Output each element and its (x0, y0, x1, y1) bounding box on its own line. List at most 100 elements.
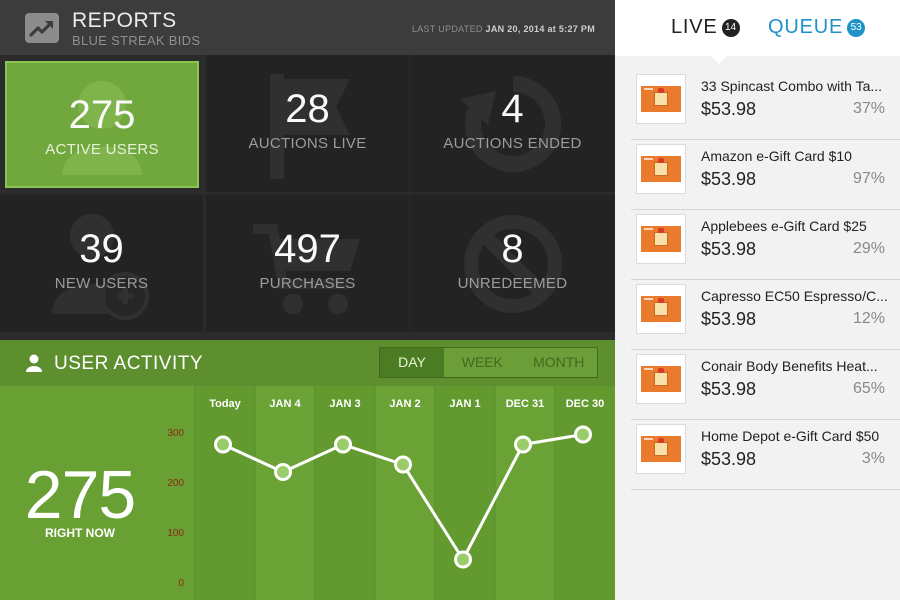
item-name: Amazon e-Gift Card $10 (701, 148, 852, 164)
list-item[interactable]: Home Depot e-Gift Card $50 $53.98 3% (631, 420, 900, 490)
tile-label: PURCHASES (259, 275, 356, 292)
last-updated: LAST UPDATED JAN 20, 2014 at 5:27 PM (412, 24, 595, 34)
data-point (274, 463, 292, 481)
tile-auctions-ended[interactable]: 4 AUCTIONS ENDED (410, 55, 615, 192)
gift-card-icon (641, 296, 681, 322)
tile-value: 39 (79, 227, 124, 271)
period-day-button[interactable]: DAY (380, 348, 444, 377)
trending-up-icon (25, 13, 59, 43)
x-tick-label: Today (209, 398, 241, 410)
chart-column (255, 386, 315, 600)
right-now-value: 275 (24, 457, 136, 533)
period-month-button[interactable]: MONTH (521, 348, 598, 377)
tile-label: AUCTIONS ENDED (443, 135, 582, 152)
tile-label: AUCTIONS LIVE (248, 135, 367, 152)
gift-card-icon (641, 366, 681, 392)
item-percent: 37% (852, 100, 885, 117)
gift-card-icon (641, 436, 681, 462)
tile-label: ACTIVE USERS (45, 141, 159, 158)
tile-auctions-live[interactable]: 28 AUCTIONS LIVE (206, 55, 409, 192)
tab-queue-count-badge: 53 (847, 19, 866, 37)
chart-column (375, 386, 435, 600)
item-percent: 97% (852, 170, 885, 187)
item-name: 33 Spincast Combo with Ta... (701, 78, 883, 94)
x-tick-label: DEC 31 (506, 398, 545, 410)
period-week-button[interactable]: WEEK (444, 348, 521, 377)
chart-column (315, 386, 375, 600)
item-price: $53.98 (701, 309, 757, 329)
tile-active-users[interactable]: 275 ACTIVE USERS (5, 61, 199, 188)
item-price: $53.98 (701, 449, 757, 469)
chart-column (495, 386, 555, 600)
section-title: USER ACTIVITY (54, 353, 204, 374)
x-tick-label: JAN 3 (329, 398, 360, 410)
item-price: $53.98 (701, 239, 757, 259)
auction-list: 33 Spincast Combo with Ta... $53.98 37% Ama… (631, 70, 900, 490)
user-icon (26, 354, 42, 372)
tile-value: 4 (501, 87, 524, 131)
tab-live[interactable]: LIVE 14 (671, 16, 740, 39)
list-item[interactable]: Conair Body Benefits Heat... $53.98 65% (631, 350, 900, 420)
y-tick-label: 0 (178, 578, 184, 589)
data-point (574, 425, 592, 444)
tab-queue[interactable]: QUEUE 53 (768, 16, 866, 39)
item-price: $53.98 (701, 99, 757, 119)
app-subtitle: BLUE STREAK BIDS (72, 33, 201, 48)
right-now-label: RIGHT NOW (45, 526, 115, 540)
chart-column (195, 386, 255, 600)
tab-bar: LIVE 14 QUEUE 53 (615, 0, 900, 64)
tile-new-users[interactable]: 39 NEW USERS (0, 195, 203, 332)
item-percent: 3% (861, 450, 885, 467)
item-percent: 65% (852, 380, 885, 397)
gift-card-icon (641, 156, 681, 182)
tile-label: NEW USERS (54, 275, 149, 292)
header-bar: REPORTS BLUE STREAK BIDS LAST UPDATED JA… (0, 0, 615, 55)
last-updated-label: LAST UPDATED (411, 24, 486, 34)
y-tick-label: 200 (167, 478, 184, 489)
item-name: Home Depot e-Gift Card $50 (701, 428, 880, 444)
tile-value: 8 (501, 227, 524, 271)
gift-card-icon (641, 86, 681, 112)
reports-panel: REPORTS BLUE STREAK BIDS LAST UPDATED JA… (0, 0, 615, 600)
data-point (394, 455, 412, 474)
app-title: REPORTS (72, 9, 177, 32)
tile-label: UNREDEEMED (457, 275, 568, 292)
gift-card-icon (641, 226, 681, 252)
data-point (214, 435, 232, 454)
active-tab-caret-icon (711, 56, 727, 64)
gift-card-thumbnail (636, 354, 686, 404)
list-item[interactable]: Amazon e-Gift Card $10 $53.98 97% (631, 140, 900, 210)
list-item[interactable]: Applebees e-Gift Card $25 $53.98 29% (631, 210, 900, 280)
last-updated-value: JAN 20, 2014 at 5:27 PM (485, 24, 595, 34)
list-item[interactable]: 33 Spincast Combo with Ta... $53.98 37% (631, 70, 900, 140)
gift-card-thumbnail (636, 424, 686, 474)
data-point (334, 435, 352, 454)
auction-list-panel: LIVE 14 QUEUE 53 33 Spincast Combo with Ta… (615, 0, 900, 600)
tile-value: 497 (274, 227, 341, 271)
data-point (514, 435, 532, 454)
y-tick-label: 100 (167, 528, 184, 539)
item-percent: 12% (852, 310, 885, 327)
x-tick-label: JAN 4 (269, 398, 301, 410)
list-item[interactable]: Capresso EC50 Espresso/C... $53.98 12% (631, 280, 900, 350)
tile-value: 275 (68, 93, 136, 137)
user-activity-bar: USER ACTIVITY DAY WEEK MONTH (0, 340, 615, 386)
item-name: Applebees e-Gift Card $25 (701, 218, 867, 234)
x-tick-label: JAN 1 (449, 398, 480, 410)
tab-live-label: LIVE (671, 16, 718, 38)
gift-card-thumbnail (636, 144, 686, 194)
gift-card-thumbnail (636, 74, 686, 124)
tile-purchases[interactable]: 497 PURCHASES (206, 195, 409, 332)
item-name: Capresso EC50 Espresso/C... (701, 288, 888, 304)
x-tick-label: JAN 2 (389, 398, 420, 410)
tile-value: 28 (285, 87, 330, 131)
gift-card-thumbnail (636, 284, 686, 334)
x-tick-label: DEC 30 (566, 398, 605, 410)
gift-card-thumbnail (636, 214, 686, 264)
tab-live-count-badge: 14 (721, 19, 740, 37)
activity-line-chart: 300 200 100 0 Today JAN 4 JAN 3 JAN 2 JAN 1 DEC 3… (167, 386, 615, 600)
period-selector: DAY WEEK MONTH (379, 347, 598, 378)
item-price: $53.98 (701, 379, 757, 399)
tile-unredeemed[interactable]: 8 UNREDEEMED (410, 195, 615, 332)
y-tick-label: 300 (167, 428, 184, 439)
